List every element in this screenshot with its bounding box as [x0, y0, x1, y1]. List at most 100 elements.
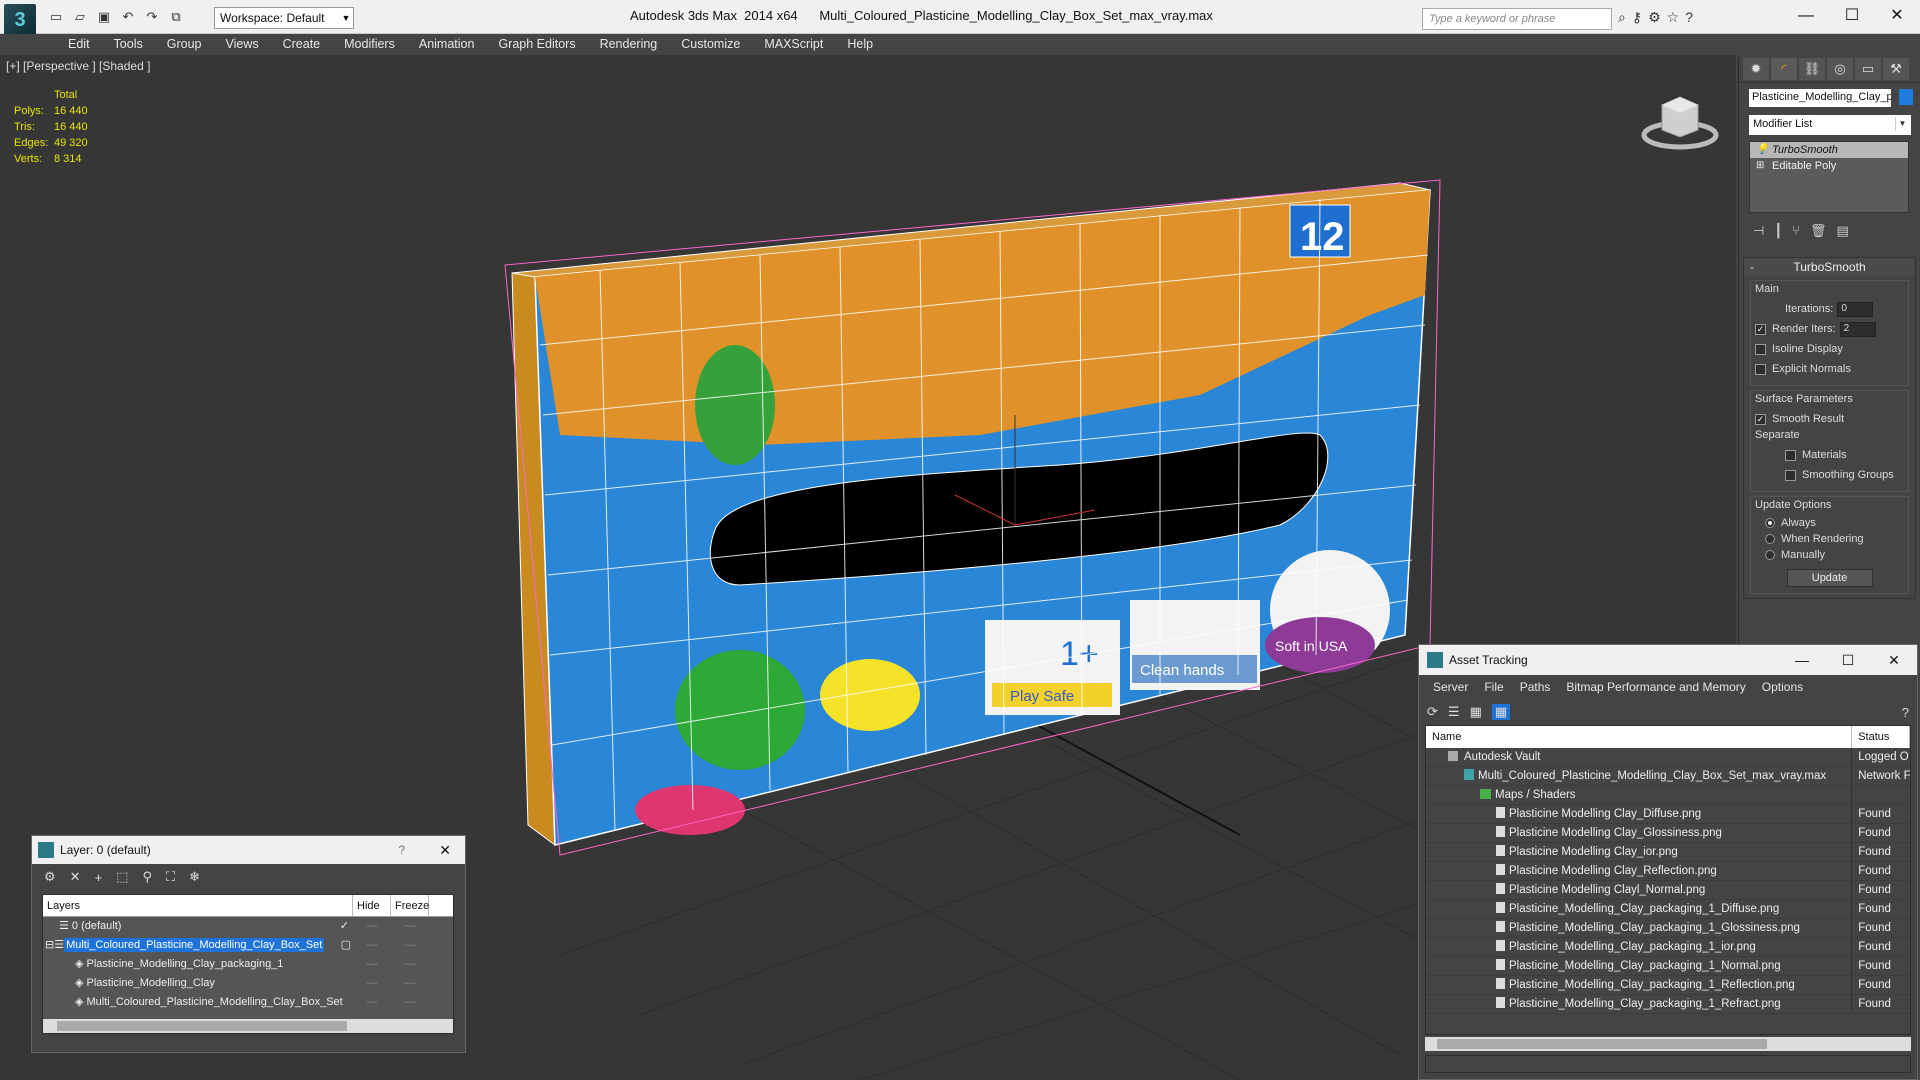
open-folder-icon[interactable]: ▱ — [70, 8, 90, 26]
object-color-swatch[interactable] — [1899, 89, 1913, 105]
hide-toggle[interactable]: — — [353, 936, 391, 955]
menu-bitmap-performance[interactable]: Bitmap Performance and Memory — [1558, 675, 1753, 699]
key-icon[interactable]: ⚷ — [1632, 9, 1642, 26]
hide-toggle[interactable]: — — [353, 974, 391, 993]
lightbulb-icon[interactable]: 💡 — [1756, 142, 1768, 158]
asset-row[interactable]: Plasticine_Modelling_Clay_packaging_1_io… — [1426, 938, 1910, 957]
chevron-down-icon[interactable]: ▼ — [1895, 117, 1909, 131]
undo-icon[interactable]: ↶ — [118, 8, 138, 26]
horizontal-scrollbar[interactable] — [1425, 1037, 1911, 1051]
hold-icon[interactable]: ⧉ — [166, 8, 186, 26]
when-rendering-radio[interactable] — [1765, 534, 1775, 544]
update-button[interactable]: Update — [1786, 569, 1873, 587]
isoline-checkbox[interactable] — [1755, 343, 1766, 355]
layer-row[interactable]: ⊟☰ Multi_Coloured_Plasticine_Modelling_Cl… — [43, 936, 453, 955]
iterations-spinner[interactable]: 0 — [1837, 301, 1874, 317]
menu-paths[interactable]: Paths — [1512, 675, 1559, 699]
redo-icon[interactable]: ↷ — [142, 8, 162, 26]
col-status[interactable]: Status — [1852, 726, 1910, 748]
col-hide[interactable]: Hide — [353, 895, 391, 916]
col-name[interactable]: Name — [1426, 726, 1853, 748]
display-tab-icon[interactable]: ▭ — [1855, 58, 1881, 80]
maximize-button[interactable]: ☐ — [1829, 0, 1875, 32]
menu-group[interactable]: Group — [155, 34, 214, 54]
render-iters-checkbox[interactable]: ✓ — [1755, 323, 1766, 335]
layer-row[interactable]: ◈ Multi_Coloured_Plasticine_Modelling_Cl… — [43, 993, 453, 1012]
motion-tab-icon[interactable]: ◎ — [1827, 58, 1853, 80]
viewport-label[interactable]: [+] [Perspective ] [Shaded ] — [6, 59, 150, 73]
modifier-list-dropdown[interactable]: Modifier List ▼ — [1749, 115, 1911, 135]
asset-row[interactable]: Plasticine_Modelling_Clay_packaging_1_Di… — [1426, 900, 1910, 919]
search-input[interactable]: Type a keyword or phrase — [1422, 8, 1612, 30]
show-end-result-icon[interactable]: ┃ — [1774, 223, 1782, 239]
menu-rendering[interactable]: Rendering — [588, 34, 670, 54]
asset-row[interactable]: Multi_Coloured_Plasticine_Modelling_Clay… — [1426, 767, 1910, 786]
menu-options[interactable]: Options — [1754, 675, 1811, 699]
layer-window-titlebar[interactable]: Layer: 0 (default)? ✕ — [32, 836, 465, 864]
help-icon[interactable]: ? — [398, 836, 405, 864]
freeze-toggle[interactable]: — — [391, 993, 429, 1012]
refresh-icon[interactable]: ⟳ — [1427, 704, 1438, 720]
menu-animation[interactable]: Animation — [407, 34, 487, 54]
asset-row[interactable]: Plasticine Modelling Clayl_Normal.png Fou… — [1426, 881, 1910, 900]
new-file-icon[interactable]: ▭ — [46, 8, 66, 26]
stack-item-editable-poly[interactable]: ⊞ Editable Poly — [1750, 158, 1908, 174]
close-button[interactable]: ✕ — [1871, 645, 1917, 675]
asset-row[interactable]: Plasticine Modelling Clay_Diffuse.png Fou… — [1426, 805, 1910, 824]
freeze-toggle[interactable]: — — [391, 936, 429, 955]
hide-toggle[interactable]: — — [353, 993, 391, 1012]
col-layers[interactable]: Layers — [43, 895, 353, 916]
remove-modifier-icon[interactable]: 🗑 — [1810, 223, 1827, 239]
maximize-button[interactable]: ☐ — [1825, 645, 1871, 675]
scrollbar-thumb[interactable] — [57, 1021, 347, 1031]
asset-row[interactable]: Plasticine Modelling Clay_ior.png Found — [1426, 843, 1910, 862]
table-view-icon[interactable]: ▦ — [1491, 704, 1511, 720]
asset-row[interactable]: Plasticine_Modelling_Clay_packaging_1_Gl… — [1426, 919, 1910, 938]
create-tab-icon[interactable]: ✹ — [1743, 58, 1769, 80]
configure-modifier-sets-icon[interactable]: ▤ — [1836, 223, 1848, 239]
asset-row[interactable]: Autodesk Vault Logged O — [1426, 748, 1910, 767]
hide-all-icon[interactable]: ⛶ — [166, 869, 175, 885]
menu-modifiers[interactable]: Modifiers — [332, 34, 407, 54]
freeze-toggle[interactable]: — — [391, 955, 429, 974]
highlight-selected-icon[interactable]: ⚲ — [142, 869, 152, 885]
save-icon[interactable]: ▣ — [94, 8, 114, 26]
menu-create[interactable]: Create — [271, 34, 333, 54]
always-radio[interactable] — [1765, 518, 1775, 528]
scrollbar-thumb[interactable] — [1437, 1039, 1767, 1049]
layer-row[interactable]: ◈ Plasticine_Modelling_Clay — — — [43, 974, 453, 993]
materials-checkbox[interactable] — [1785, 449, 1796, 461]
list-view-icon[interactable]: ☰ — [1448, 704, 1460, 720]
collapse-icon[interactable]: - — [1750, 258, 1754, 276]
binoculars-icon[interactable]: ⌕ — [1618, 9, 1626, 26]
make-unique-icon[interactable]: ⑂ — [1792, 223, 1800, 239]
add-to-layer-icon[interactable]: + — [95, 870, 103, 885]
checkbox-icon[interactable]: ▢ — [341, 936, 351, 955]
horizontal-scrollbar[interactable] — [43, 1019, 453, 1033]
viewcube-icon[interactable] — [1640, 85, 1720, 155]
layer-row[interactable]: ◈ Plasticine_Modelling_Clay_packaging_1 —… — [43, 955, 453, 974]
modify-tab-icon[interactable]: ◜ — [1771, 58, 1797, 80]
workspace-dropdown[interactable]: Workspace: Default — [214, 7, 354, 29]
menu-help[interactable]: Help — [835, 34, 885, 54]
close-button[interactable]: ✕ — [1874, 0, 1920, 32]
explicit-normals-checkbox[interactable] — [1755, 363, 1766, 375]
select-objects-icon[interactable]: ⬚ — [116, 869, 128, 885]
thumbnail-view-icon[interactable]: ▦ — [1470, 704, 1482, 720]
freeze-toggle[interactable]: — — [391, 917, 429, 936]
hide-toggle[interactable]: — — [353, 917, 391, 936]
layer-row[interactable]: ☰ 0 (default) ✓ — — — [43, 917, 453, 936]
menu-customize[interactable]: Customize — [669, 34, 752, 54]
col-freeze[interactable]: Freeze — [391, 895, 429, 916]
delete-layer-icon[interactable]: ✕ — [70, 869, 81, 885]
rollout-header[interactable]: - TurboSmooth — [1744, 258, 1915, 276]
smoothing-groups-checkbox[interactable] — [1785, 469, 1796, 481]
freeze-all-icon[interactable]: ❄ — [189, 869, 200, 885]
pin-stack-icon[interactable]: ⊣ — [1753, 223, 1764, 239]
menu-file[interactable]: File — [1476, 675, 1511, 699]
menu-tools[interactable]: Tools — [102, 34, 155, 54]
create-layer-icon[interactable]: ⚙ — [44, 869, 56, 885]
freeze-toggle[interactable]: — — [391, 974, 429, 993]
stack-item-turbosmooth[interactable]: 💡 TurboSmooth — [1750, 142, 1908, 158]
hide-toggle[interactable]: — — [353, 955, 391, 974]
